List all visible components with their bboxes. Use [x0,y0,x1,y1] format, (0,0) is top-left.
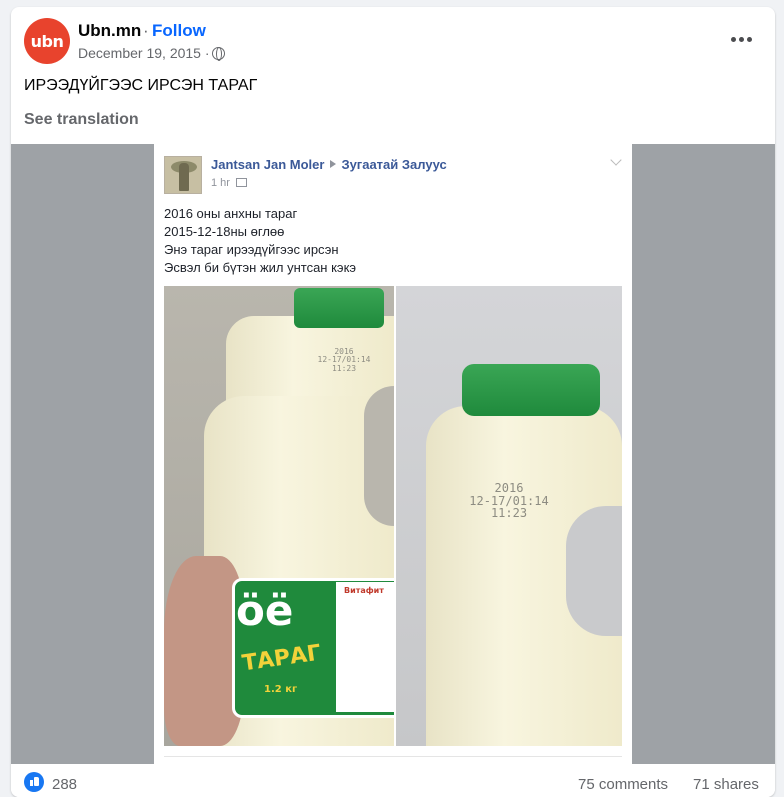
page-avatar[interactable]: ubn [24,18,70,64]
avatar-logo-text: ubn [30,31,64,51]
shared-author-name: Jantsan Jan Moler [211,157,325,172]
expiry-print-left: 2016 12-17/01:14 11:23 [304,347,384,373]
likes-count[interactable]: 288 [52,776,77,793]
like-icon[interactable] [24,772,44,792]
globe-icon [212,47,225,61]
shared-author-avatar [164,156,202,194]
bottle-cap [462,364,600,416]
shares-count[interactable]: 71 shares [693,776,759,793]
shared-text-line: 2016 оны анхны тараг [164,206,298,221]
print-line: 11:23 [490,506,528,521]
comments-count[interactable]: 75 comments [578,776,668,793]
label-volume: 1.2 кг [264,684,298,695]
more-options-icon[interactable] [723,27,759,51]
shared-group-name: Зугаатай Залуус [341,157,447,172]
reactions-bar: 288 75 comments 71 shares [11,764,775,797]
label-brand: Витафит [344,586,384,595]
triangle-arrow-icon [330,160,337,168]
shared-text-line: Эсвэл би бүтэн жил унтсан кэкэ [164,260,357,275]
post-date-link[interactable]: December 19, 2015 · [78,45,210,61]
shared-author-line: Jantsan Jan Moler Зугаатай Залуус [211,157,447,172]
shared-time: 1 hr [211,177,247,189]
page-name-link[interactable]: Ubn.mn [78,21,141,41]
separator-dot: · [143,21,149,40]
post-text: ИРЭЭДҮЙГЭЭС ИРСЭН ТАРАГ [24,77,258,94]
post-header: ubn Ubn.mn · Follow December 19, 2015 · [11,7,775,67]
yogurt-photo-left: 2016 12-17/01:14 11:23 Витафит ӧё ТАРАГ … [164,286,394,746]
see-translation-button[interactable]: See translation [24,111,139,129]
chevron-down-icon [610,154,622,166]
bottle-cap [294,288,384,328]
bottle-handle-gap [364,386,394,526]
yogurt-photo-right: 2016 12-17/01:14 11:23 [396,286,622,746]
expiry-print-right: 2016 12-17/01:14 11:23 [456,482,562,520]
shared-text-line: Энэ тараг ирээдүйгээс ирсэн [164,242,339,257]
shared-time-text: 1 hr [211,177,230,189]
bottle-handle-gap [566,506,622,636]
label-info-panel [336,582,394,712]
label-big-letters: ӧё [236,586,294,635]
shared-text: 2016 оны анхны тараг 2015-12-18ны өглөө … [164,205,356,277]
post-card: ubn Ubn.mn · Follow December 19, 2015 · … [11,7,775,797]
shared-text-line: 2015-12-18ны өглөө [164,224,285,239]
divider [164,756,622,757]
print-line: 2016 [494,481,524,495]
shared-screenshot: Jantsan Jan Moler Зугаатай Залуус 1 hr 20… [154,144,632,764]
audience-icon [235,178,247,187]
post-image[interactable]: Jantsan Jan Moler Зугаатай Залуус 1 hr 20… [11,144,775,764]
follow-button[interactable]: Follow [152,21,206,41]
print-line: 11:23 [331,363,357,373]
